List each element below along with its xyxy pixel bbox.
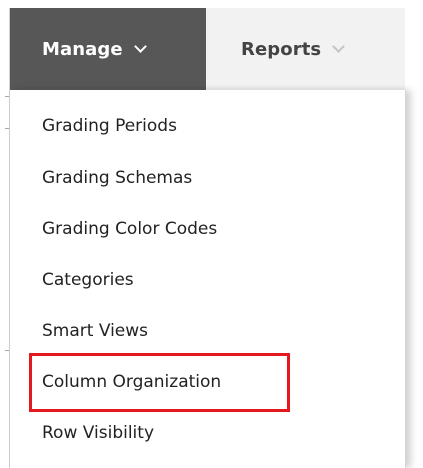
- chevron-down-icon: [133, 39, 147, 53]
- reports-menu-label: Reports: [241, 38, 322, 60]
- menu-item-grading-periods[interactable]: Grading Periods: [42, 116, 177, 136]
- reports-menu-button[interactable]: Reports: [206, 8, 405, 90]
- edge-tick: [5, 96, 9, 97]
- menu-item-grading-schemas[interactable]: Grading Schemas: [42, 168, 192, 188]
- manage-menu-label: Manage: [42, 38, 123, 60]
- manage-menu-button[interactable]: Manage: [10, 8, 206, 90]
- gradebook-menubar: Manage Reports: [10, 8, 405, 90]
- highlight-box: [29, 353, 290, 412]
- menu-item-smart-views[interactable]: Smart Views: [42, 321, 148, 341]
- chevron-down-icon: [332, 39, 346, 53]
- menu-item-categories[interactable]: Categories: [42, 270, 134, 290]
- menu-item-grading-color-codes[interactable]: Grading Color Codes: [42, 219, 217, 239]
- menu-screenshot: Manage Reports Grading Periods Grading S…: [0, 0, 423, 468]
- edge-tick: [5, 128, 9, 129]
- edge-tick: [5, 350, 9, 351]
- menu-item-row-visibility[interactable]: Row Visibility: [42, 423, 154, 443]
